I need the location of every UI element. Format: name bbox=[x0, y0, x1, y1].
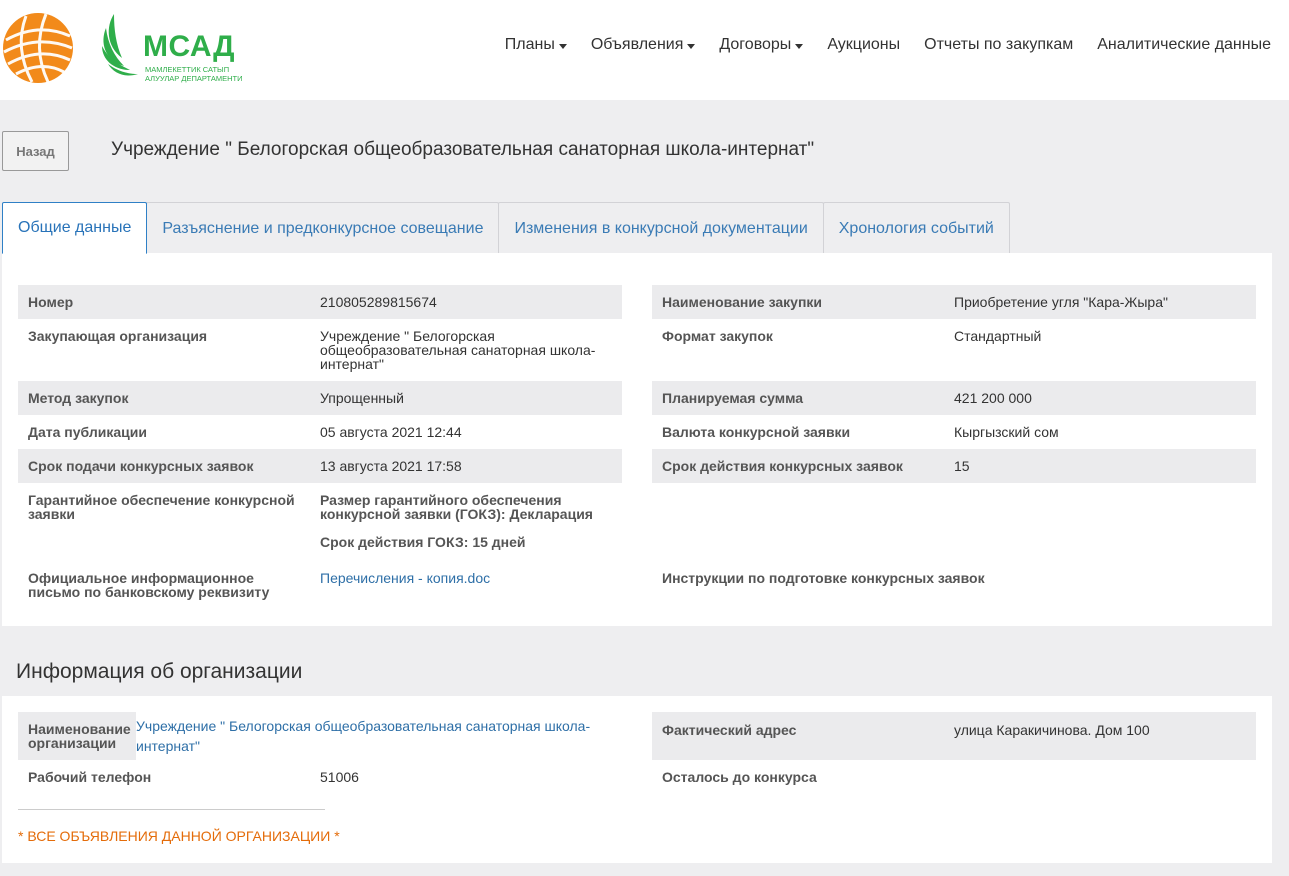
general-right-column: Наименование закупки Приобретение угля "… bbox=[652, 285, 1256, 609]
tab-bar: Общие данные Разъяснение и предконкурсно… bbox=[2, 202, 1010, 254]
back-button[interactable]: Назад bbox=[2, 131, 69, 171]
caret-down-icon bbox=[795, 43, 804, 49]
row-planned-sum: Планируемая сумма 421 200 000 bbox=[652, 381, 1256, 415]
general-left-column: Номер 210805289815674 Закупающая организ… bbox=[18, 285, 622, 609]
row-deadline: Срок подачи конкурсных заявок 13 августа… bbox=[18, 449, 622, 483]
row-validity: Срок действия конкурсных заявок 15 bbox=[652, 449, 1256, 483]
nav-announcements[interactable]: Объявления bbox=[591, 36, 696, 54]
row-org-name: Наименование организации Учреждение " Бе… bbox=[18, 712, 622, 760]
row-number: Номер 210805289815674 bbox=[18, 285, 622, 319]
nav-plans[interactable]: Планы bbox=[505, 36, 567, 54]
guarantee-term: Срок действия ГОКЗ: 15 дней bbox=[320, 534, 526, 550]
org-name-link[interactable]: Учреждение " Белогорская общеобразовател… bbox=[136, 718, 590, 754]
nav-reports[interactable]: Отчеты по закупкам bbox=[924, 36, 1073, 54]
organization-name: Учреждение " Белогорская общеобразовател… bbox=[320, 328, 596, 372]
org-section-title: Информация об организации bbox=[16, 660, 303, 683]
tab-clarification[interactable]: Разъяснение и предконкурсное совещание bbox=[146, 202, 500, 254]
tab-doc-changes[interactable]: Изменения в конкурсной документации bbox=[498, 202, 824, 254]
nav-analytics[interactable]: Аналитические данные bbox=[1097, 36, 1271, 54]
row-address: Фактический адрес улица Каракичинова. До… bbox=[652, 712, 1256, 760]
nav-auctions[interactable]: Аукционы bbox=[827, 36, 900, 54]
row-bank-letter: Официальное информационное письмо по бан… bbox=[28, 570, 491, 600]
globe-logo-icon[interactable] bbox=[2, 12, 74, 84]
general-data-panel: Номер 210805289815674 Закупающая организ… bbox=[2, 253, 1272, 626]
row-phone: Рабочий телефон 51006 bbox=[28, 769, 359, 785]
wings-icon bbox=[102, 14, 138, 76]
main-nav: Планы Объявления Договоры Аукционы Отчет… bbox=[505, 36, 1271, 54]
brand-subtitle: МАМЛЕКЕТТИК САТЫП АЛУУЛАР ДЕПАРТАМЕНТИ bbox=[145, 65, 243, 83]
procurement-number: 210805289815674 bbox=[320, 294, 437, 310]
tab-timeline[interactable]: Хронология событий bbox=[822, 202, 1010, 254]
divider bbox=[18, 809, 325, 810]
row-method: Метод закупок Упрощенный bbox=[18, 381, 622, 415]
site-header: МСАД МАМЛЕКЕТТИК САТЫП АЛУУЛАР ДЕПАРТАМЕ… bbox=[0, 0, 1289, 100]
tab-general[interactable]: Общие данные bbox=[2, 202, 148, 254]
row-format: Формат закупок Стандартный bbox=[662, 328, 1042, 344]
row-remaining: Осталось до конкурса bbox=[662, 769, 817, 785]
caret-down-icon bbox=[687, 43, 696, 49]
msad-logo[interactable]: МСАД МАМЛЕКЕТТИК САТЫП АЛУУЛАР ДЕПАРТАМЕ… bbox=[100, 12, 245, 88]
nav-contracts[interactable]: Договоры bbox=[719, 36, 804, 54]
row-instructions: Инструкции по подготовке конкурсных заяв… bbox=[662, 570, 985, 586]
row-spacer bbox=[652, 483, 1256, 561]
org-info-panel: Наименование организации Учреждение " Бе… bbox=[2, 696, 1272, 863]
bank-letter-file-link[interactable]: Перечисления - копия.doc bbox=[320, 570, 490, 586]
row-procurement-name: Наименование закупки Приобретение угля "… bbox=[652, 285, 1256, 319]
caret-down-icon bbox=[558, 43, 567, 49]
all-org-announcements-link[interactable]: * ВСЕ ОБЪЯВЛЕНИЯ ДАННОЙ ОРГАНИЗАЦИИ * bbox=[18, 828, 340, 844]
row-guarantee: Гарантийное обеспечение конкурсной заявк… bbox=[18, 483, 622, 561]
brand-name: МСАД bbox=[143, 30, 236, 63]
row-organization: Закупающая организация Учреждение " Бело… bbox=[18, 319, 622, 381]
page-title: Учреждение " Белогорская общеобразовател… bbox=[111, 139, 815, 160]
row-publication-date: Дата публикации 05 августа 2021 12:44 bbox=[28, 424, 462, 440]
row-currency: Валюта конкурсной заявки Кыргызский сом bbox=[662, 424, 1059, 440]
guarantee-size: Размер гарантийного обеспечения конкурсн… bbox=[320, 492, 593, 522]
